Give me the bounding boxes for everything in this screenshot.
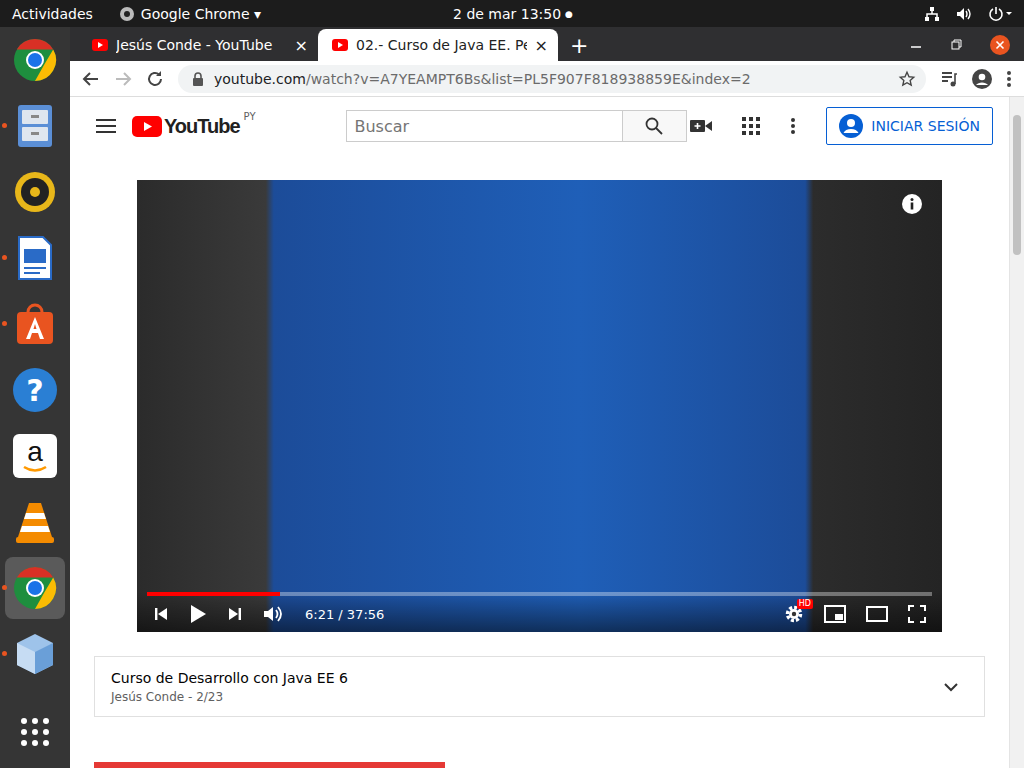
chrome-icon [12,37,58,83]
rhythmbox-icon [13,170,57,214]
app-menu[interactable]: Google Chrome ▾ [119,6,261,22]
play-icon[interactable] [189,604,207,624]
next-video-strip [94,762,445,768]
scroll-thumb[interactable] [1013,115,1021,255]
tab-close-button[interactable]: × [295,36,308,55]
playlist-card[interactable]: Curso de Desarrollo con Java EE 6 Jesús C… [94,656,985,717]
search-button[interactable] [623,110,687,142]
video-player[interactable]: 6:21 / 37:56 HD [137,180,942,632]
lock-icon [192,72,204,86]
profile-icon[interactable] [972,69,992,89]
playlist-title[interactable]: Curso de Desarrollo con Java EE 6 [111,670,944,686]
dock-item[interactable] [5,95,65,157]
virtualbox-icon [14,631,56,677]
running-dot [2,321,7,326]
youtube-logo[interactable]: YouTubePY [132,115,256,138]
restore-icon[interactable] [950,39,962,51]
dock-item[interactable] [5,29,65,91]
reload-icon[interactable] [146,70,164,88]
search-input[interactable]: Buscar [346,110,623,142]
sign-in-button[interactable]: INICIAR SESIÓN [826,107,993,145]
dock-item[interactable] [5,293,65,355]
back-icon[interactable] [82,70,100,88]
magnifier-icon [645,117,663,135]
address-bar[interactable]: youtube.com/watch?v=A7YEAMPT6Bs&list=PL5… [178,65,926,93]
settings-dots-icon[interactable] [790,117,796,135]
dock-item[interactable] [5,227,65,289]
dock-item[interactable] [5,623,65,685]
player-controls: 6:21 / 37:56 HD [137,592,942,632]
amazon-icon: a [13,434,57,478]
notification-dot: ● [565,9,573,19]
running-dot [2,123,7,128]
browser-tab[interactable]: 02.- Curso de Java EE. Per× [318,29,558,61]
dock-item[interactable]: ? [5,359,65,421]
activities-button[interactable]: Actividades [12,6,93,22]
forward-icon[interactable] [114,70,132,88]
software-icon [13,302,57,346]
dock-item[interactable] [5,491,65,553]
network-icon[interactable] [924,6,940,22]
info-icon[interactable] [902,194,922,214]
search-bar: Buscar [346,110,687,142]
hd-badge: HD [797,599,813,609]
time-display: 6:21 / 37:56 [305,607,384,622]
browser-toolbar: youtube.com/watch?v=A7YEAMPT6Bs&list=PL5… [70,61,1024,97]
web-page: YouTubePY Buscar INICIAR SESIÓN 6:21 / 37:5… [70,97,1024,768]
help-icon: ? [13,368,57,412]
youtube-favicon-icon [332,39,348,51]
chrome-small-icon [119,6,135,22]
progress-bar[interactable] [147,592,932,596]
miniplayer-icon[interactable] [824,605,846,623]
desktop: Actividades Google Chrome ▾ 2 de mar 13:50… [0,0,1024,768]
youtube-header: YouTubePY Buscar INICIAR SESIÓN [70,97,1009,155]
dock: ?a [0,27,70,768]
files-icon [14,103,56,149]
chrome-menu-icon[interactable] [1006,70,1012,88]
running-dot [2,585,7,590]
previous-icon[interactable] [153,606,169,622]
volume-player-icon[interactable] [263,605,285,623]
close-window-icon[interactable] [990,35,1010,55]
account-icon [839,114,863,138]
expand-chevron-icon[interactable] [944,682,958,692]
running-dot [2,651,7,656]
dock-item[interactable] [5,557,65,619]
next-icon[interactable] [227,606,243,622]
dock-item[interactable] [5,161,65,223]
youtube-favicon-icon [92,39,108,51]
writer-icon [15,235,55,281]
running-dot [2,255,7,260]
chrome-icon [12,565,58,611]
media-control-icon[interactable] [940,70,958,88]
browser-tab[interactable]: Jesús Conde - YouTube× [78,29,318,61]
vlc-icon [15,499,55,545]
tab-close-button[interactable]: × [535,36,548,55]
theater-mode-icon[interactable] [866,606,888,622]
progress-fill [147,592,280,596]
tab-strip: Jesús Conde - YouTube×02.- Curso de Java… [70,27,1024,61]
youtube-play-logo-icon [132,116,162,137]
chrome-window: Jesús Conde - YouTube×02.- Curso de Java… [70,27,1024,768]
hamburger-menu-icon[interactable] [96,118,116,134]
minimize-icon[interactable] [910,39,922,51]
app-grid-icon [19,716,51,748]
apps-icon[interactable] [742,117,760,135]
bookmark-star-icon[interactable] [898,70,916,88]
video-frame [137,180,942,632]
create-video-icon[interactable] [690,118,712,134]
new-tab-button[interactable]: + [558,29,600,61]
volume-icon[interactable] [956,6,972,22]
playlist-subtitle: Jesús Conde - 2/23 [111,690,944,704]
power-icon[interactable] [988,6,1014,22]
scrollbar[interactable] [1009,97,1024,768]
show-apps-button[interactable] [19,716,51,752]
dock-item[interactable]: a [5,425,65,487]
settings-button[interactable]: HD [784,604,804,624]
clock[interactable]: 2 de mar 13:50 [453,6,561,22]
fullscreen-icon[interactable] [908,605,926,623]
top-bar: Actividades Google Chrome ▾ 2 de mar 13:50… [0,0,1024,27]
